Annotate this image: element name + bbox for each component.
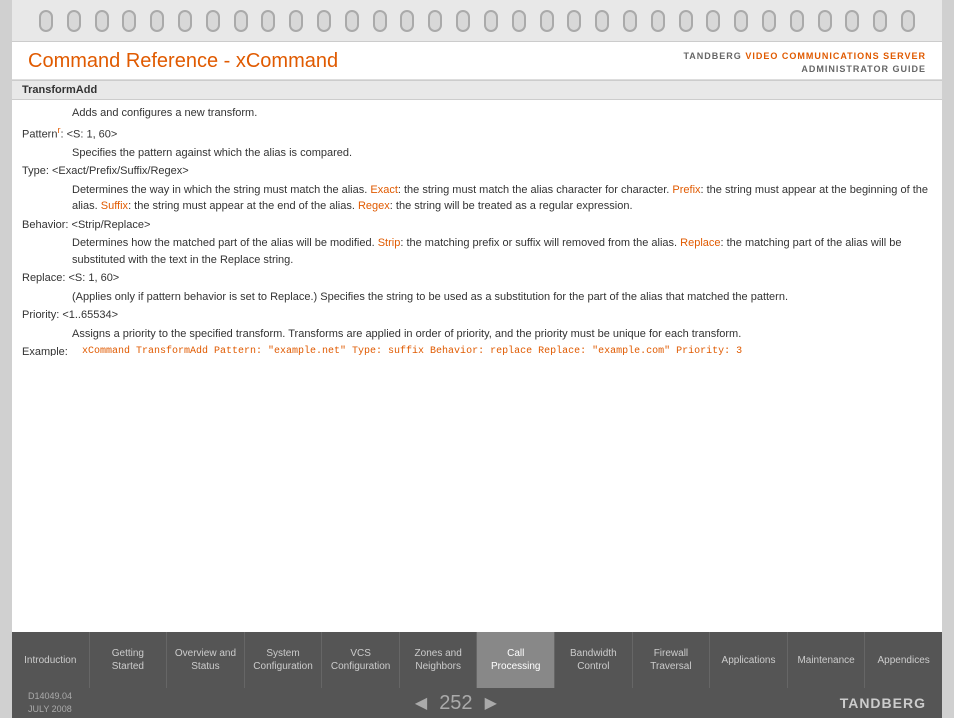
section-transformadd: TransformAdd (12, 80, 942, 100)
ring (456, 10, 470, 32)
tab-zones-neighbors[interactable]: Zones and Neighbors (400, 632, 478, 688)
page-title: Command Reference - xCommand (28, 50, 338, 73)
transformadd-priority-param: Priority: <1..65534> (12, 306, 942, 325)
ring (818, 10, 832, 32)
ring (122, 10, 136, 32)
transformadd-behavior-param: Behavior: <Strip/Replace> (12, 216, 942, 235)
transformadd-example: Example: xCommand TransformAdd Pattern: … (12, 343, 942, 356)
ring (734, 10, 748, 32)
ring (234, 10, 248, 32)
ring (651, 10, 665, 32)
ring (567, 10, 581, 32)
section-transformadd-content: Adds and configures a new transform. Pat… (12, 100, 942, 356)
doc-date: JULY 2008 (28, 703, 72, 716)
doc-id: D14049.04 (28, 690, 72, 703)
ring (706, 10, 720, 32)
main-content: TransformAdd Adds and configures a new t… (12, 80, 942, 356)
ring (901, 10, 915, 32)
ring (845, 10, 859, 32)
tab-call-processing[interactable]: Call Processing (477, 632, 555, 688)
transformadd-pattern-desc: Specifies the pattern against which the … (12, 144, 942, 163)
transformadd-desc: Adds and configures a new transform. (12, 104, 942, 123)
ring (790, 10, 804, 32)
example-label: Example: (22, 345, 82, 356)
ring (540, 10, 554, 32)
tab-introduction[interactable]: Introduction (12, 632, 90, 688)
ring (67, 10, 81, 32)
ring (345, 10, 359, 32)
footer: D14049.04 JULY 2008 ◀ 252 ▶ TANDBERG (12, 688, 942, 718)
tab-vcs-config[interactable]: VCS Configuration (322, 632, 400, 688)
tab-getting-started[interactable]: Getting Started (90, 632, 168, 688)
ring (39, 10, 53, 32)
ring (95, 10, 109, 32)
transformadd-replace-desc: (Applies only if pattern behavior is set… (12, 288, 942, 307)
transformadd-replace-param: Replace: <S: 1, 60> (12, 269, 942, 288)
tab-maintenance[interactable]: Maintenance (788, 632, 866, 688)
ring (484, 10, 498, 32)
ring (317, 10, 331, 32)
example-code: xCommand TransformAdd Pattern: "example.… (82, 345, 742, 356)
next-page-button[interactable]: ▶ (485, 693, 497, 713)
footer-docinfo: D14049.04 JULY 2008 (28, 690, 72, 715)
page-number: 252 (439, 692, 472, 715)
ring (289, 10, 303, 32)
brand-info: TANDBERG VIDEO COMMUNICATIONS SERVER ADM… (683, 50, 926, 75)
prev-page-button[interactable]: ◀ (415, 693, 427, 713)
footer-pagination: ◀ 252 ▶ (415, 692, 497, 715)
transformadd-type-desc: Determines the way in which the string m… (12, 181, 942, 216)
ring (178, 10, 192, 32)
brand-guide: ADMINISTRATOR GUIDE (683, 63, 926, 76)
ring (400, 10, 414, 32)
transformadd-priority-desc: Assigns a priority to the specified tran… (12, 325, 942, 344)
transformadd-pattern-param: Patternr: <S: 1, 60> (12, 123, 942, 144)
tab-appendices[interactable]: Appendices (865, 632, 942, 688)
ring (762, 10, 776, 32)
ring (150, 10, 164, 32)
ring (261, 10, 275, 32)
ring (679, 10, 693, 32)
transformadd-type-param: Type: <Exact/Prefix/Suffix/Regex> (12, 162, 942, 181)
ring (873, 10, 887, 32)
tab-bandwidth-control[interactable]: Bandwidth Control (555, 632, 633, 688)
tab-overview-status[interactable]: Overview and Status (167, 632, 245, 688)
ring (206, 10, 220, 32)
page-container: Command Reference - xCommand TANDBERG VI… (12, 0, 942, 718)
ring (428, 10, 442, 32)
bottom-nav: Introduction Getting Started Overview an… (12, 632, 942, 688)
footer-brand: TANDBERG (840, 695, 926, 711)
tab-firewall-traversal[interactable]: Firewall Traversal (633, 632, 711, 688)
header: Command Reference - xCommand TANDBERG VI… (12, 42, 942, 80)
ring (512, 10, 526, 32)
tab-applications[interactable]: Applications (710, 632, 788, 688)
brand-sub: VIDEO COMMUNICATIONS SERVER (745, 51, 926, 61)
ring-binder (12, 0, 942, 42)
tab-system-config[interactable]: System Configuration (245, 632, 323, 688)
ring (373, 10, 387, 32)
brand-name: TANDBERG (683, 51, 745, 61)
spacer (12, 356, 942, 632)
transformadd-behavior-desc: Determines how the matched part of the a… (12, 234, 942, 269)
ring (623, 10, 637, 32)
ring (595, 10, 609, 32)
